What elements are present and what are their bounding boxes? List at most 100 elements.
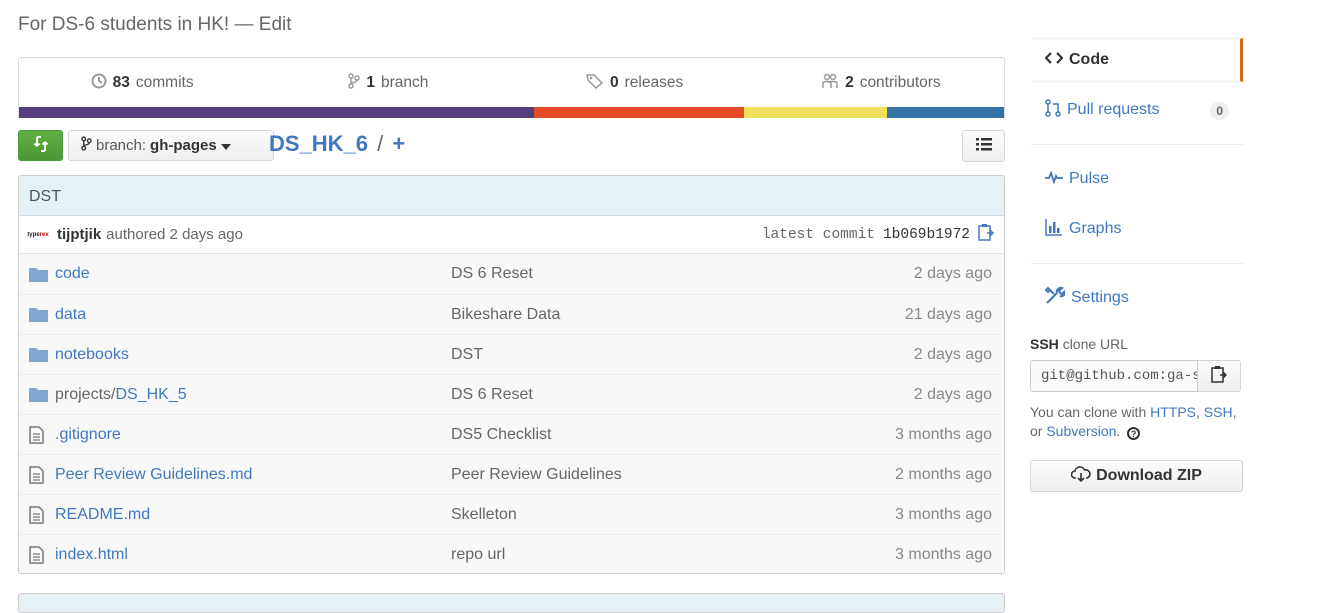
commits-count: 83 <box>112 74 130 91</box>
file-list: DST type rex tijptjik authored 2 days ago… <box>18 175 1005 574</box>
sidebar-divider <box>1030 144 1243 145</box>
sidebar-item-label: Settings <box>1071 289 1129 306</box>
file-name-link[interactable]: projects/DS_HK_5 <box>55 386 451 404</box>
readme-header <box>18 593 1005 613</box>
folder-icon <box>29 307 49 322</box>
breadcrumb: DS_HK_6 / + <box>269 131 405 157</box>
sidebar-item-label: Graphs <box>1069 220 1122 237</box>
file-name-link[interactable]: notebooks <box>55 346 451 364</box>
file-rows: code DS 6 Reset 2 days ago data Bikeshare Da… <box>19 254 1004 573</box>
branch-name: gh-pages <box>150 137 217 154</box>
folder-icon <box>29 267 49 282</box>
commits-stat[interactable]: 83 commits <box>19 73 265 94</box>
branch-stat[interactable]: 1 branch <box>265 72 511 94</box>
clipboard-icon[interactable] <box>978 223 995 246</box>
sidebar-item-label: Pulse <box>1069 170 1110 187</box>
question-icon[interactable]: ? <box>1127 427 1141 440</box>
language-bar-segment[interactable] <box>19 107 535 118</box>
sidebar-item-settings[interactable]: Settings <box>1030 276 1243 320</box>
file-name-link[interactable]: README.md <box>55 506 451 524</box>
branch-select-button[interactable]: branch: gh-pages <box>68 130 274 161</box>
file-icon <box>29 505 49 524</box>
clone-url-label: SSH clone URL <box>1030 336 1129 352</box>
file-icon <box>29 465 49 484</box>
commits-label: commits <box>135 74 194 91</box>
edit-separator: — <box>234 14 254 35</box>
file-commit-message[interactable]: Skelleton <box>451 506 895 524</box>
subversion-link[interactable]: Subversion <box>1046 423 1116 439</box>
sidebar-item-label: Code <box>1069 51 1109 68</box>
contributors-label: contributors <box>859 74 941 91</box>
folder-icon <box>29 347 49 362</box>
pulse-icon <box>1045 169 1063 189</box>
branch-select-icon <box>81 136 92 155</box>
contributors-stat[interactable]: 2 contributors <box>758 73 1004 94</box>
commit-author-link[interactable]: tijptjik <box>57 226 101 243</box>
file-age: 2 days ago <box>913 385 992 403</box>
breadcrumb-separator: / <box>377 131 384 156</box>
clone-protocol: SSH <box>1030 336 1059 352</box>
table-row: README.md Skelleton 3 months ago <box>19 494 1004 534</box>
avatar[interactable]: type rex <box>25 225 51 245</box>
sidebar-item-graphs[interactable]: Graphs <box>1030 207 1243 251</box>
language-bar-segment[interactable] <box>534 107 744 118</box>
code-icon <box>1044 51 1064 70</box>
releases-label: releases <box>624 74 684 91</box>
commit-authored-time: authored 2 days ago <box>106 226 243 243</box>
commit-sha-link[interactable]: 1b069b1972 <box>883 227 970 243</box>
download-zip-button[interactable]: Download ZIP <box>1030 460 1243 492</box>
edit-description-link[interactable]: Edit <box>259 14 292 35</box>
file-commit-message[interactable]: DS 6 Reset <box>451 265 914 283</box>
graph-icon <box>1045 218 1063 241</box>
language-bar-segment[interactable] <box>743 107 887 118</box>
file-commit-message[interactable]: repo url <box>451 546 895 564</box>
language-bar[interactable] <box>19 107 1004 118</box>
https-link[interactable]: HTTPS <box>1150 404 1196 420</box>
file-commit-message[interactable]: DS5 Checklist <box>451 426 895 444</box>
file-name-link[interactable]: code <box>55 265 451 283</box>
compare-button[interactable] <box>18 130 63 161</box>
table-row: notebooks DST 2 days ago <box>19 334 1004 374</box>
sidebar-item-pull-requests[interactable]: Pull requests 0 <box>1030 88 1243 132</box>
tools-icon <box>1044 286 1067 311</box>
compare-icon <box>32 135 50 157</box>
ssh-link[interactable]: SSH <box>1204 404 1233 420</box>
file-commit-message[interactable]: DS 6 Reset <box>451 386 914 404</box>
releases-stat[interactable]: 0 releases <box>512 73 758 94</box>
file-name-link[interactable]: index.html <box>55 546 451 564</box>
file-age: 2 months ago <box>895 465 992 483</box>
clipboard-icon <box>1211 365 1228 387</box>
language-bar-segment[interactable] <box>886 107 1004 118</box>
cloud-download-icon <box>1070 465 1091 487</box>
file-age: 3 months ago <box>895 505 992 523</box>
list-view-button[interactable] <box>962 130 1005 162</box>
file-age: 2 days ago <box>913 265 992 282</box>
file-commit-message[interactable]: Peer Review Guidelines <box>451 466 895 484</box>
file-navigation: branch: gh-pages DS_HK_6 / + <box>18 130 1005 162</box>
latest-commit-label: latest commit <box>761 226 875 243</box>
list-icon <box>975 137 992 155</box>
file-commit-message[interactable]: Bikeshare Data <box>451 306 905 324</box>
branch-count: 1 <box>366 74 375 91</box>
sidebar-item-code[interactable]: Code <box>1030 38 1243 82</box>
file-name-link[interactable]: data <box>55 306 451 324</box>
history-icon <box>91 73 107 94</box>
clone-help-text: You can clone with HTTPS, SSH, or Subver… <box>1030 404 1237 440</box>
sidebar-item-label: Pull requests <box>1067 101 1160 118</box>
download-zip-label: Download ZIP <box>1096 467 1202 484</box>
new-file-button[interactable]: + <box>392 131 405 156</box>
sidebar-item-pulse[interactable]: Pulse <box>1030 157 1243 201</box>
clone-url-input[interactable]: git@github.com:ga-students/DS_HK_6.git <box>1030 360 1198 392</box>
branch-icon <box>348 72 361 94</box>
clone-url-box: git@github.com:ga-students/DS_HK_6.git <box>1030 360 1243 392</box>
file-commit-message[interactable]: DST <box>451 346 914 364</box>
caret-down-icon <box>220 137 231 154</box>
breadcrumb-repo-link[interactable]: DS_HK_6 <box>269 131 368 156</box>
pull-requests-counter: 0 <box>1210 102 1229 120</box>
file-name-link[interactable]: Peer Review Guidelines.md <box>55 466 451 484</box>
repo-description: For DS-6 students in HK! — Edit <box>18 14 292 36</box>
contributors-count: 2 <box>845 74 854 91</box>
latest-commit-message[interactable]: DST <box>19 176 1004 216</box>
copy-url-button[interactable] <box>1198 360 1241 392</box>
file-name-link[interactable]: .gitignore <box>55 426 451 444</box>
